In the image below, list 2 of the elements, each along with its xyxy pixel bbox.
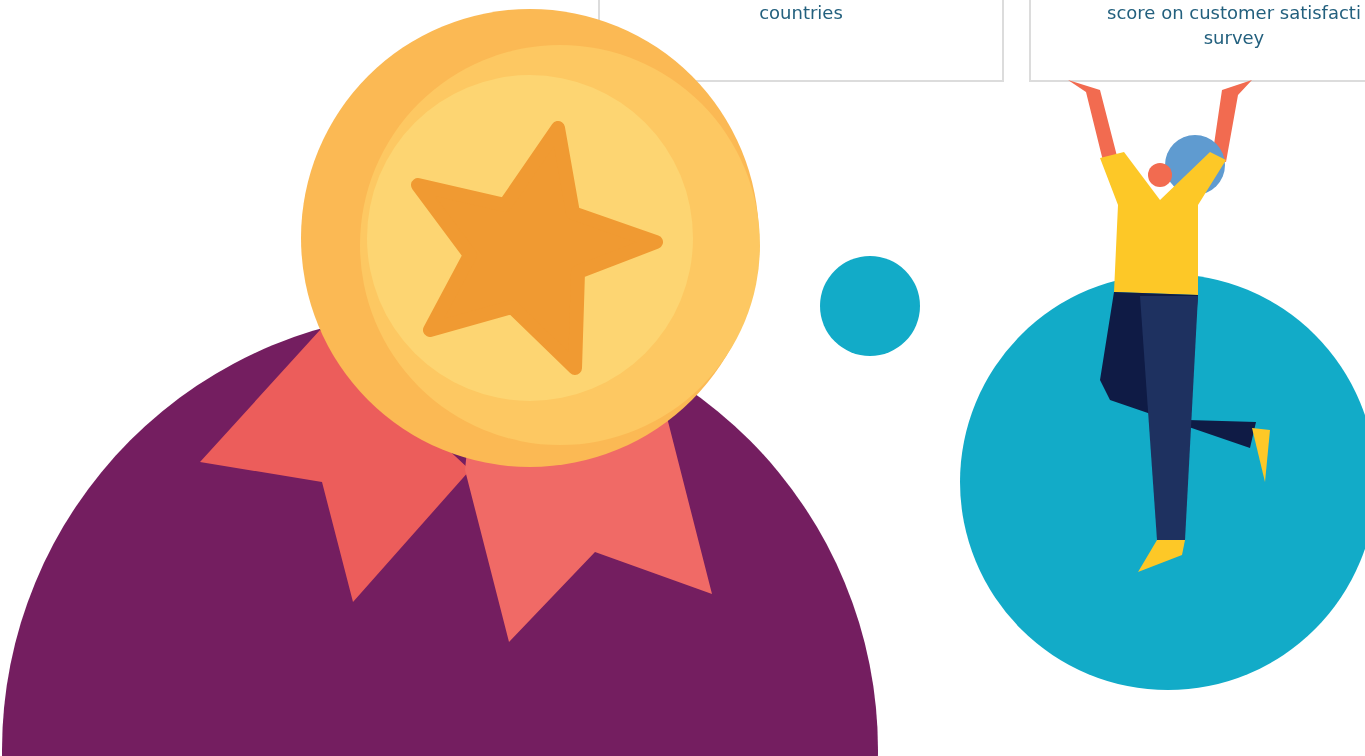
stat-label: countries bbox=[759, 1, 843, 25]
stat-label: score on customer satisfacti survey bbox=[1107, 1, 1361, 50]
